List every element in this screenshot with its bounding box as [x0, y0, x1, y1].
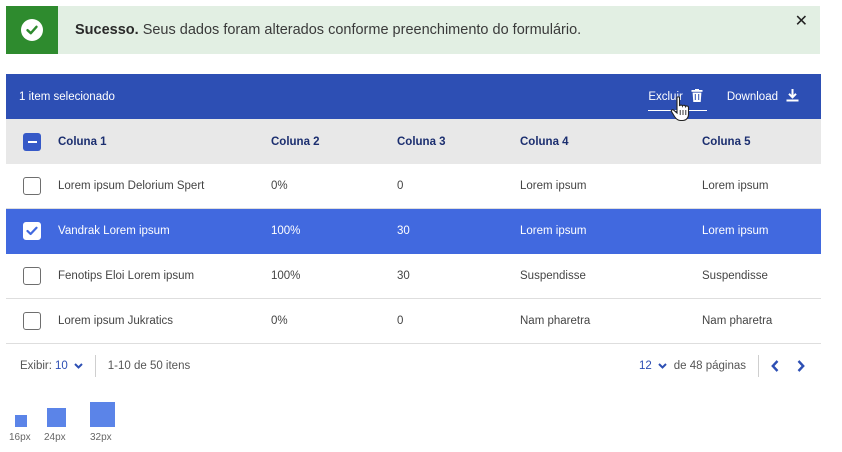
alert-title: Sucesso.	[75, 22, 139, 38]
selection-count: 1 item selecionado	[19, 90, 115, 103]
chevron-down-icon	[658, 360, 667, 372]
table-cell: Nam pharetra	[520, 315, 591, 327]
table-cell: Nam pharetra	[702, 315, 773, 327]
alert-status-box	[6, 6, 58, 54]
table-cell: 0	[397, 315, 404, 327]
table-cell: Suspendisse	[702, 270, 768, 282]
success-alert: Sucesso. Seus dados foram alterados conf…	[6, 6, 820, 54]
table-cell: 0	[397, 180, 404, 192]
column-header[interactable]: Coluna 2	[271, 136, 397, 148]
table-cell: 100%	[271, 270, 301, 282]
table-cell: Vandrak Lorem ipsum	[58, 225, 170, 237]
table-cell: Lorem ipsum	[702, 180, 769, 192]
show-label: Exibir:	[20, 360, 52, 372]
table-cell: Lorem ipsum Delorium Spert	[58, 180, 205, 192]
download-label: Download	[726, 90, 778, 103]
chevron-down-icon	[74, 360, 83, 372]
current-page: 12	[638, 360, 652, 372]
alert-body: Seus dados foram alterados conforme pree…	[138, 22, 582, 38]
size-sample-24	[47, 408, 66, 427]
close-icon[interactable]: ✕	[795, 14, 808, 30]
download-icon	[786, 88, 799, 105]
row-checkbox[interactable]	[23, 222, 41, 240]
table-cell: 0%	[271, 315, 288, 327]
download-button[interactable]: Download	[726, 88, 799, 105]
alert-message: Sucesso. Seus dados foram alterados conf…	[75, 22, 581, 38]
table-cell: 30	[397, 225, 410, 237]
size-sample-16	[15, 415, 27, 427]
table-cell: Lorem ipsum Jukratics	[58, 315, 174, 327]
table-row[interactable]: Vandrak Lorem ipsum 100% 30 Lorem ipsum …	[6, 209, 821, 254]
column-header[interactable]: Coluna 4	[520, 136, 702, 148]
total-pages: de 48 páginas	[673, 360, 746, 372]
chevron-left-icon[interactable]	[771, 360, 779, 372]
bulk-action-bar: 1 item selecionado Excluir Download	[6, 74, 821, 122]
table-cell: 100%	[271, 225, 301, 237]
trash-icon	[691, 88, 703, 105]
size-label: 16px	[9, 432, 31, 443]
row-checkbox-cell	[6, 267, 58, 285]
table-cell: Lorem ipsum	[520, 180, 587, 192]
item-range: 1-10 de 50 itens	[107, 360, 191, 372]
row-checkbox[interactable]	[23, 267, 41, 285]
table-row[interactable]: Lorem ipsum Jukratics 0% 0 Nam pharetra …	[6, 299, 821, 344]
table-row[interactable]: Fenotips Eloi Lorem ipsum 100% 30 Suspen…	[6, 254, 821, 299]
page-size-select[interactable]: 10	[55, 360, 83, 372]
page-select[interactable]: 12	[639, 360, 674, 372]
page-navigation: 12 de 48 páginas	[639, 344, 805, 388]
row-checkbox-cell	[6, 222, 58, 240]
header-checkbox-cell	[6, 132, 58, 151]
hand-pointer-icon	[670, 96, 692, 125]
table-row[interactable]: Lorem ipsum Delorium Spert 0% 0 Lorem ip…	[6, 164, 821, 209]
divider	[758, 355, 759, 377]
row-checkbox-cell	[6, 177, 58, 195]
column-header[interactable]: Coluna 3	[397, 136, 520, 148]
size-sample-32	[90, 402, 115, 427]
pagination-bar: Exibir: 10 1-10 de 50 itens 12 de 48 pág…	[6, 344, 821, 388]
page-size-value: 10	[54, 360, 68, 372]
chevron-right-icon[interactable]	[797, 360, 805, 372]
column-header[interactable]: Coluna 5	[702, 136, 821, 148]
row-checkbox[interactable]	[23, 177, 41, 195]
divider	[94, 355, 96, 377]
row-checkbox[interactable]	[23, 312, 41, 330]
table-cell: Suspendisse	[520, 270, 586, 282]
table-cell: Fenotips Eloi Lorem ipsum	[58, 270, 195, 282]
select-all-checkbox[interactable]	[23, 132, 41, 151]
data-table: 1 item selecionado Excluir Download Colu…	[6, 74, 821, 344]
table-cell: Lorem ipsum	[520, 225, 587, 237]
table-cell: 0%	[271, 180, 288, 192]
size-label: 24px	[44, 432, 66, 443]
row-checkbox-cell	[6, 312, 58, 330]
size-label: 32px	[90, 432, 112, 443]
page-size-control: Exibir: 10 1-10 de 50 itens	[6, 355, 190, 377]
table-header: Coluna 1 Coluna 2 Coluna 3 Coluna 4 Colu…	[6, 119, 821, 164]
table-cell: Lorem ipsum	[702, 225, 769, 237]
table-cell: 30	[397, 270, 410, 282]
check-circle-icon	[21, 19, 43, 41]
column-header[interactable]: Coluna 1	[58, 136, 271, 148]
